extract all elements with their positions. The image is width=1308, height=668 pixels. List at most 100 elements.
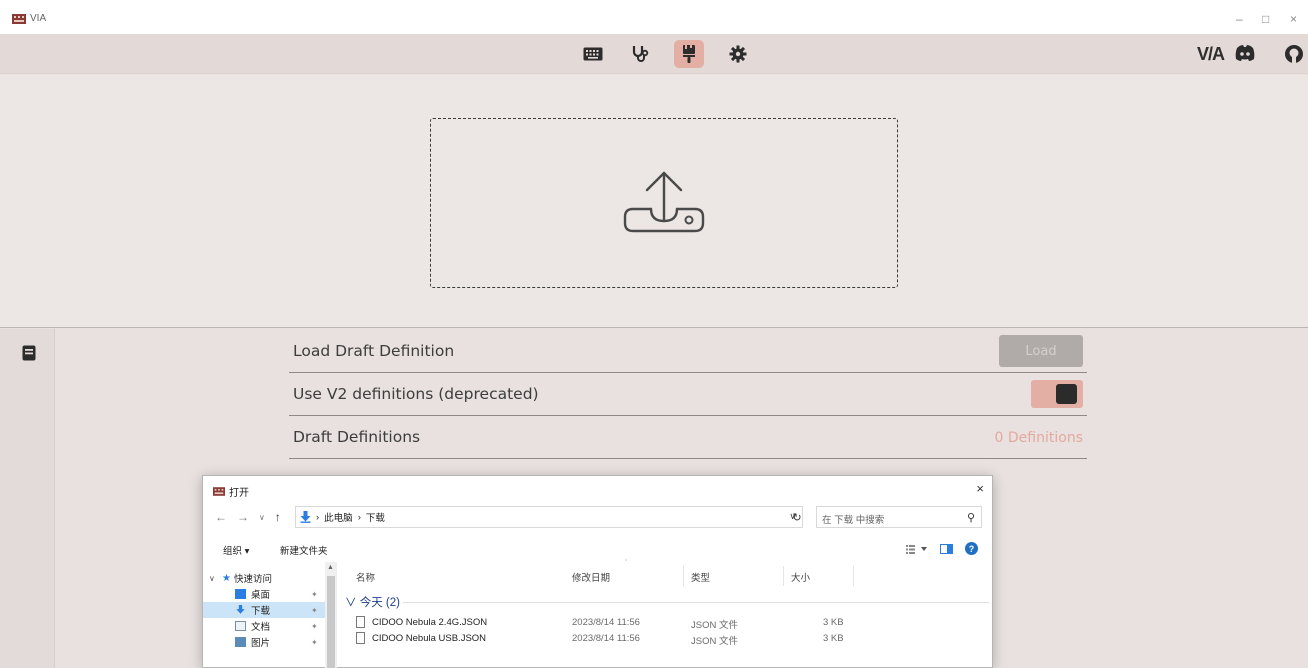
pin-icon: ✦ — [311, 621, 318, 631]
dialog-nav-buttons: ← → ∨ ↑ — [215, 510, 281, 524]
refresh-icon[interactable]: ↻ — [786, 506, 808, 528]
dialog-close-button[interactable]: × — [976, 481, 984, 496]
column-header-size[interactable]: 大小 — [791, 570, 810, 584]
paintbrush-icon — [683, 45, 695, 63]
nav-item-quick-access[interactable]: ∨ ★ 快速访问 — [203, 570, 325, 586]
v2-definitions-toggle[interactable] — [1031, 380, 1083, 408]
up-folder-button[interactable]: ↑ — [275, 510, 281, 524]
minimize-button[interactable]: – — [1236, 12, 1243, 26]
load-draft-row: Load Draft Definition Load — [289, 330, 1087, 373]
design-tab[interactable] — [674, 40, 704, 68]
file-row[interactable]: CIDOO Nebula 2.4G.JSON 2023/8/14 11:56 J… — [339, 616, 991, 631]
file-icon — [356, 616, 365, 628]
star-icon: ★ — [222, 572, 231, 584]
github-icon — [1285, 45, 1303, 64]
window-title-bar: VIA – □ × — [0, 0, 1308, 34]
side-menu — [0, 329, 55, 668]
file-type: JSON 文件 — [691, 620, 738, 631]
book-icon[interactable] — [22, 345, 36, 361]
breadcrumb-downloads[interactable]: 下载 — [366, 510, 385, 524]
scrollbar-thumb[interactable] — [327, 576, 335, 668]
new-folder-button[interactable]: 新建文件夹 — [280, 543, 328, 557]
nav-item-documents[interactable]: 文档 ✦ — [203, 618, 325, 634]
organize-button[interactable]: 组织 ▾ — [223, 543, 249, 557]
keyboard-icon — [583, 47, 603, 61]
load-button[interactable]: Load — [999, 335, 1083, 367]
pin-icon: ✦ — [311, 605, 318, 615]
dialog-command-bar: 组织 ▾ 新建文件夹 ? — [203, 538, 992, 560]
discord-link[interactable] — [1234, 44, 1256, 66]
nav-item-downloads[interactable]: 下载 ✦ — [203, 602, 325, 618]
path-separator: › — [357, 511, 361, 523]
via-app-icon — [12, 14, 26, 24]
nav-item-pictures[interactable]: 图片 ✦ — [203, 634, 325, 650]
configure-tab[interactable] — [578, 40, 608, 68]
load-draft-label: Load Draft Definition — [293, 342, 455, 360]
v2-definitions-row: Use V2 definitions (deprecated) — [289, 373, 1087, 416]
search-input[interactable]: 在 下载 中搜索 ⚲ — [816, 506, 982, 528]
upload-icon — [623, 171, 705, 233]
address-bar[interactable]: › 此电脑 › 下载 ∨ — [295, 506, 803, 528]
v2-definitions-label: Use V2 definitions (deprecated) — [293, 385, 539, 403]
maximize-button[interactable]: □ — [1262, 12, 1269, 26]
test-tab[interactable] — [625, 40, 655, 68]
window-title: VIA — [30, 13, 47, 24]
expand-chevron-icon: ∨ — [209, 573, 215, 583]
documents-icon — [235, 621, 246, 631]
close-window-button[interactable]: × — [1290, 12, 1297, 26]
via-logo[interactable]: V/A — [1197, 44, 1225, 65]
search-icon: ⚲ — [966, 512, 975, 524]
file-name: CIDOO Nebula USB.JSON — [372, 633, 487, 644]
file-size: 3 KB — [823, 633, 844, 644]
column-header-type[interactable]: 类型 — [691, 570, 710, 584]
recent-locations-button[interactable]: ∨ — [259, 513, 265, 522]
breadcrumb-this-pc[interactable]: 此电脑 — [324, 510, 353, 524]
nav-item-label: 下载 — [251, 606, 271, 617]
draft-definitions-row: Draft Definitions 0 Definitions — [289, 416, 1087, 459]
open-file-dialog: 打开 × ← → ∨ ↑ › 此电脑 › 下载 ∨ ↻ 在 下载 中搜索 ⚲ 组… — [202, 475, 993, 668]
column-divider[interactable] — [783, 566, 784, 586]
forward-button[interactable]: → — [237, 510, 249, 524]
nav-item-label: 文档 — [251, 622, 271, 633]
stethoscope-icon — [632, 46, 649, 62]
github-link[interactable] — [1284, 44, 1304, 68]
file-list-pane: 名称 修改日期 ˇ 类型 大小 ∨ 今天 (2) CIDOO Nebula 2.… — [339, 560, 991, 668]
download-arrow-icon — [300, 511, 311, 523]
download-arrow-icon — [236, 605, 245, 614]
settings-tab[interactable] — [723, 40, 753, 68]
nav-pane-scrollbar[interactable]: ▲ — [325, 562, 337, 668]
discord-icon — [1235, 45, 1255, 61]
file-row[interactable]: CIDOO Nebula USB.JSON 2023/8/14 11:56 JS… — [339, 632, 991, 647]
toggle-knob — [1056, 384, 1077, 404]
file-icon — [356, 632, 365, 644]
help-icon[interactable]: ? — [965, 542, 978, 555]
sort-indicator-icon: ˇ — [625, 560, 628, 567]
column-header-name[interactable]: 名称 — [356, 570, 375, 584]
gear-icon — [729, 45, 747, 63]
group-divider — [403, 602, 989, 603]
column-divider[interactable] — [853, 566, 854, 586]
nav-item-label: 桌面 — [251, 590, 271, 601]
definitions-count: 0 Definitions — [994, 430, 1083, 446]
nav-item-desktop[interactable]: 桌面 ✦ — [203, 586, 325, 602]
nav-item-label: 图片 — [251, 638, 271, 649]
group-header-today[interactable]: ∨ 今天 (2) — [345, 594, 400, 610]
view-mode-icon[interactable] — [906, 544, 928, 554]
nav-item-label: 快速访问 — [234, 574, 273, 585]
upload-dropzone[interactable] — [430, 118, 898, 288]
column-header-date[interactable]: 修改日期 — [572, 570, 610, 584]
search-placeholder: 在 下载 中搜索 — [822, 515, 885, 526]
column-divider[interactable] — [683, 566, 684, 586]
preview-pane-icon[interactable] — [940, 543, 953, 554]
file-date: 2023/8/14 11:56 — [572, 617, 640, 628]
file-date: 2023/8/14 11:56 — [572, 633, 640, 644]
dialog-title-bar: 打开 — [213, 484, 249, 499]
pin-icon: ✦ — [311, 637, 318, 647]
path-separator: › — [316, 511, 320, 523]
scroll-up-icon[interactable]: ▲ — [327, 564, 334, 571]
file-size: 3 KB — [823, 617, 844, 628]
file-type: JSON 文件 — [691, 636, 738, 647]
desktop-icon — [235, 589, 246, 599]
view-options: ? — [906, 542, 978, 555]
back-button[interactable]: ← — [215, 510, 227, 524]
